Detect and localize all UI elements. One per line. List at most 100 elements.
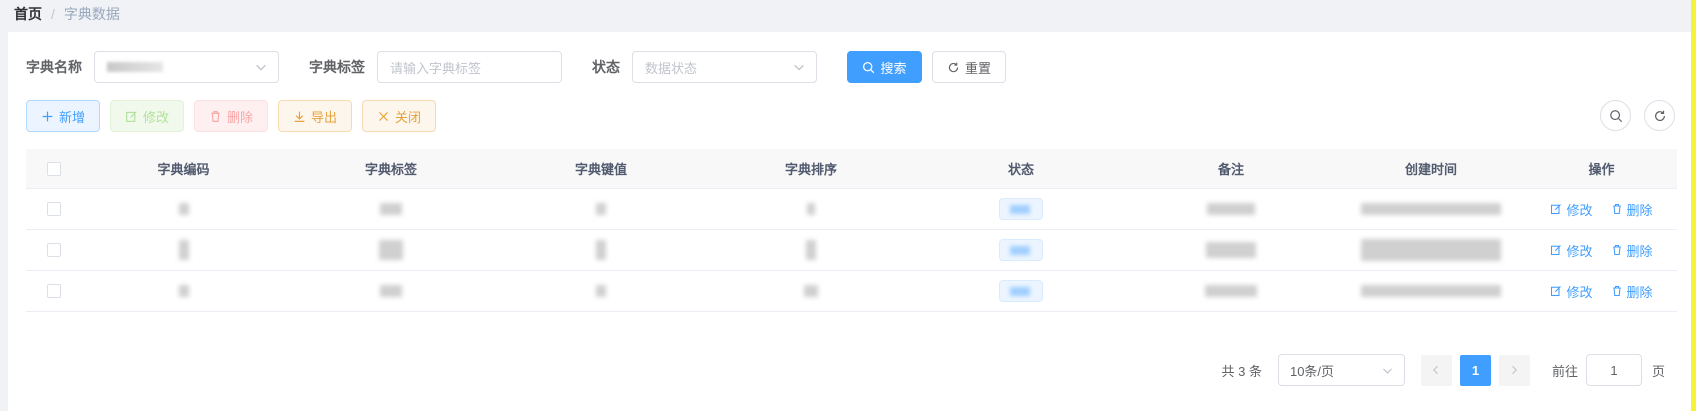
dict-name-select[interactable] bbox=[94, 51, 279, 83]
table-row: 修改 删除 bbox=[26, 189, 1677, 230]
close-button-label: 关闭 bbox=[394, 109, 421, 125]
remark-redacted bbox=[1206, 242, 1256, 258]
row-checkbox[interactable] bbox=[46, 243, 61, 257]
chevron-left-icon bbox=[1433, 365, 1439, 375]
page-number-current[interactable]: 1 bbox=[1459, 354, 1491, 386]
search-form: 字典名称 字典标签 请输入字典标签 状态 数据状态 搜索 重置 bbox=[26, 51, 1006, 83]
dict-data-table: 字典编码 字典标签 字典键值 字典排序 状态 备注 创建时间 操作 修改 删除 bbox=[26, 149, 1677, 312]
row-delete-button[interactable]: 删除 bbox=[1611, 200, 1653, 219]
dict-value-redacted bbox=[596, 203, 606, 215]
status-placeholder: 数据状态 bbox=[645, 60, 698, 76]
column-header: 创建时间 bbox=[1404, 162, 1457, 177]
next-page-button[interactable] bbox=[1498, 354, 1530, 386]
status-label: 状态 bbox=[592, 59, 620, 75]
chevron-down-icon bbox=[256, 64, 266, 71]
status-badge bbox=[999, 280, 1043, 302]
dict-name-value bbox=[107, 62, 163, 72]
chevron-down-icon bbox=[1382, 368, 1392, 374]
edit-button[interactable]: 修改 bbox=[110, 100, 184, 132]
table-header: 字典编码 字典标签 字典键值 字典排序 状态 备注 创建时间 操作 bbox=[26, 149, 1677, 189]
page-size-value: 10条/页 bbox=[1289, 363, 1335, 379]
goto-page-input[interactable]: 1 bbox=[1585, 354, 1642, 386]
close-icon bbox=[379, 111, 388, 121]
export-button[interactable]: 导出 bbox=[278, 100, 352, 132]
row-checkbox[interactable] bbox=[46, 202, 61, 216]
search-button[interactable]: 搜索 bbox=[847, 51, 922, 83]
select-all-checkbox[interactable] bbox=[46, 161, 61, 176]
add-button[interactable]: 新增 bbox=[26, 100, 100, 132]
page-size-select[interactable]: 10条/页 bbox=[1277, 354, 1405, 386]
main-panel: 字典名称 字典标签 请输入字典标签 状态 数据状态 搜索 重置 新增 修改 删除… bbox=[8, 32, 1691, 411]
close-button[interactable]: 关闭 bbox=[362, 100, 436, 132]
plus-icon bbox=[42, 111, 53, 121]
row-edit-label: 修改 bbox=[1566, 202, 1593, 218]
column-header: 字典标签 bbox=[364, 162, 417, 177]
reset-button[interactable]: 重置 bbox=[932, 51, 1006, 83]
row-edit-button[interactable]: 修改 bbox=[1550, 200, 1593, 219]
prev-page-button[interactable] bbox=[1420, 354, 1452, 386]
toolbar: 新增 修改 删除 导出 关闭 bbox=[26, 100, 436, 132]
row-delete-button[interactable]: 删除 bbox=[1611, 241, 1653, 260]
page-suffix: 页 bbox=[1651, 363, 1665, 379]
dict-code-redacted bbox=[178, 240, 189, 260]
column-header: 备注 bbox=[1217, 162, 1244, 177]
status-badge bbox=[999, 198, 1043, 220]
chevron-right-icon bbox=[1512, 365, 1518, 375]
refresh-icon bbox=[948, 62, 959, 72]
row-edit-label: 修改 bbox=[1566, 243, 1593, 259]
column-header: 操作 bbox=[1588, 162, 1615, 177]
row-delete-label: 删除 bbox=[1626, 284, 1653, 300]
edit-icon bbox=[1551, 286, 1562, 297]
trash-icon bbox=[211, 110, 220, 122]
dict-sort-redacted bbox=[807, 203, 815, 215]
refresh-button[interactable] bbox=[1644, 100, 1675, 131]
row-edit-label: 修改 bbox=[1566, 284, 1593, 300]
breadcrumb: 首页 / 字典数据 bbox=[0, 0, 1691, 28]
dict-name-label: 字典名称 bbox=[26, 59, 82, 75]
dict-label-redacted bbox=[379, 240, 403, 260]
create-time-redacted bbox=[1361, 203, 1501, 215]
row-checkbox[interactable] bbox=[46, 284, 61, 298]
status-badge bbox=[999, 239, 1043, 261]
create-time-redacted bbox=[1361, 239, 1501, 261]
download-icon bbox=[294, 111, 305, 122]
delete-button[interactable]: 删除 bbox=[194, 100, 268, 132]
dict-code-redacted bbox=[178, 285, 189, 297]
edit-button-label: 修改 bbox=[142, 109, 169, 125]
row-delete-label: 删除 bbox=[1626, 202, 1653, 218]
delete-button-label: 删除 bbox=[226, 109, 253, 125]
dict-label-redacted bbox=[380, 285, 402, 297]
row-delete-button[interactable]: 删除 bbox=[1611, 282, 1653, 301]
dict-code-redacted bbox=[178, 203, 189, 215]
pagination-total: 共 3 条 bbox=[1221, 363, 1262, 379]
breadcrumb-current: 字典数据 bbox=[63, 6, 120, 22]
dict-label-input[interactable]: 请输入字典标签 bbox=[377, 51, 562, 83]
status-select[interactable]: 数据状态 bbox=[632, 51, 817, 83]
table-row: 修改 删除 bbox=[26, 230, 1677, 271]
trash-icon bbox=[1612, 203, 1621, 215]
toggle-search-button[interactable] bbox=[1600, 100, 1631, 131]
trash-icon bbox=[1612, 244, 1621, 256]
edit-icon bbox=[1551, 204, 1562, 215]
refresh-icon bbox=[1654, 110, 1665, 121]
breadcrumb-home[interactable]: 首页 bbox=[14, 4, 42, 24]
table-row: 修改 删除 bbox=[26, 271, 1677, 312]
edit-icon bbox=[1551, 245, 1562, 256]
row-edit-button[interactable]: 修改 bbox=[1550, 241, 1593, 260]
row-delete-label: 删除 bbox=[1626, 243, 1653, 259]
remark-redacted bbox=[1205, 285, 1257, 297]
search-icon bbox=[1609, 109, 1622, 122]
pagination: 共 3 条 10条/页 1 前往 1 页 bbox=[1221, 354, 1665, 386]
row-edit-button[interactable]: 修改 bbox=[1550, 282, 1593, 301]
column-header: 字典键值 bbox=[574, 162, 627, 177]
add-button-label: 新增 bbox=[58, 109, 85, 125]
screen-edge bbox=[1691, 0, 1696, 411]
remark-redacted bbox=[1207, 203, 1255, 215]
breadcrumb-separator: / bbox=[51, 6, 55, 22]
create-time-redacted bbox=[1361, 285, 1501, 297]
chevron-down-icon bbox=[794, 64, 804, 71]
dict-value-redacted bbox=[596, 285, 606, 297]
dict-label-label: 字典标签 bbox=[309, 59, 365, 75]
search-icon bbox=[863, 61, 875, 73]
column-header: 字典编码 bbox=[157, 162, 210, 177]
